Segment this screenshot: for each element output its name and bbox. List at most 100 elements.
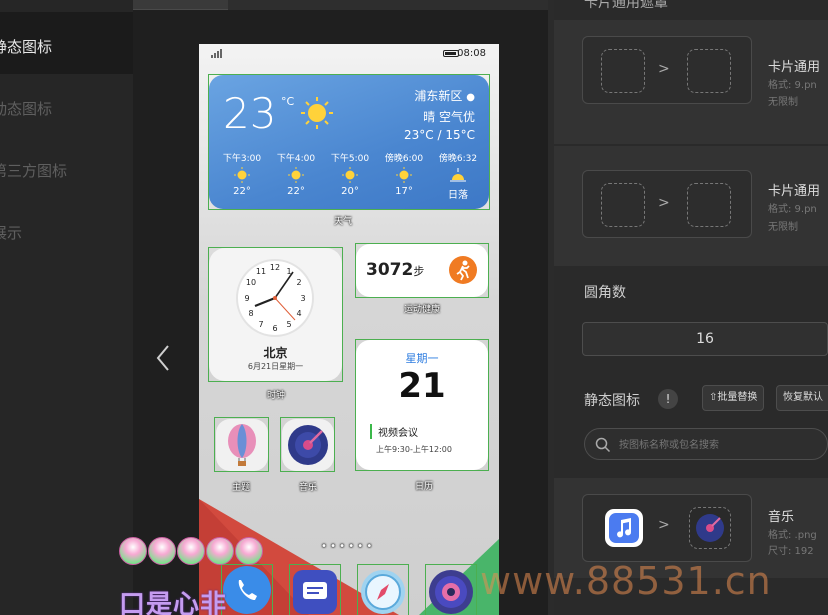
batch-replace-button[interactable]: ⇧批量替换 (702, 385, 765, 411)
forecast-item: 下午3:00 22° (217, 151, 267, 201)
clock-city: 北京 (263, 346, 288, 360)
steps-count: 3072 (366, 260, 414, 280)
restore-default-button[interactable]: 恢复默认 (776, 385, 828, 411)
info-icon[interactable]: ! (658, 389, 678, 409)
clock-date: 6月21日星期一 (247, 362, 304, 371)
karaoke-dots (119, 537, 264, 565)
chevron-right-icon: > (658, 517, 670, 533)
card-name: 卡片通用 (768, 60, 821, 75)
analog-clock-icon: 12 123 4567 891011 (236, 259, 314, 337)
clock-label: 时钟 (267, 391, 286, 401)
preview-area: 08:08 23 °C 浦东新区 ● 晴 空气优 23°C / 15°C 下午3… (133, 0, 548, 615)
preview-frame: > (582, 494, 752, 562)
calendar-widget[interactable]: 星期一 21 视频会议 上午9:30-上午12:00 (356, 340, 488, 470)
steps-label: 运动健康 (404, 305, 441, 315)
camera-icon (435, 576, 467, 608)
preview-tabbar (133, 0, 548, 10)
chevron-right-icon: > (658, 195, 670, 211)
browser-app-icon[interactable] (361, 570, 405, 614)
sidebar-item-label: 展示 (0, 224, 23, 242)
icon-format: 格式: .png (768, 530, 817, 541)
sidebar-item-label: 第三方图标 (0, 162, 68, 180)
sun-icon (301, 97, 333, 129)
sun-icon (234, 167, 250, 183)
balloon-icon (228, 424, 256, 466)
placeholder-target (687, 183, 731, 227)
sunset-icon (450, 168, 466, 182)
forecast-item: 下午5:00 20° (325, 151, 375, 201)
icon-size: 尺寸: 192 (768, 546, 814, 557)
section-title-card-mask: 卡片通用遮罩 (584, 0, 668, 11)
batch-replace-label: 批量替换 (717, 392, 758, 403)
app-root: 静态图标 动态图标 第三方图标 展示 08:08 (0, 0, 828, 615)
music-note-icon (605, 509, 643, 547)
calendar-weekday: 星期一 (405, 352, 439, 365)
forecast-time: 下午3:00 (222, 154, 262, 164)
svg-text:10: 10 (246, 278, 256, 287)
phone-app-icon[interactable] (223, 566, 271, 614)
svg-text:11: 11 (256, 267, 266, 276)
radius-title: 圆角数 (584, 285, 626, 301)
steps-count-row: 3072步 (366, 260, 424, 280)
sidebar-item-preview[interactable]: 展示 (0, 202, 133, 264)
weather-widget[interactable]: 23 °C 浦东新区 ● 晴 空气优 23°C / 15°C 下午3:00 22… (209, 75, 489, 209)
placeholder-source (601, 49, 645, 93)
radius-input[interactable]: 16 (582, 322, 828, 356)
chevron-right-icon: > (658, 61, 670, 77)
tab-phone[interactable] (133, 0, 228, 10)
icon-search-box[interactable] (584, 428, 828, 460)
svg-text:9: 9 (244, 294, 249, 303)
forecast-item: 傍晚6:00 17° (379, 151, 429, 201)
settings-panel: 卡片通用遮罩 > 卡片通用 格式: 9.pn 无限制 > 卡片通用 格式: 9.… (554, 0, 828, 615)
weather-range: 23°C / 15°C (404, 128, 475, 142)
runner-icon (449, 256, 477, 284)
card-format: 格式: 9.pn (768, 80, 817, 91)
sidebar-item-static-icons[interactable]: 静态图标 (0, 12, 133, 74)
forecast-value: 22° (233, 186, 251, 197)
calendar-label: 日历 (415, 482, 434, 492)
phone-preview: 08:08 23 °C 浦东新区 ● 晴 空气优 23°C / 15°C 下午3… (199, 44, 499, 615)
sidebar: 静态图标 动态图标 第三方图标 展示 (0, 0, 133, 615)
watermark: www.88531.cn (480, 559, 772, 603)
status-time: 08:08 (457, 48, 486, 59)
calendar-day: 21 (398, 366, 446, 406)
steps-unit: 步 (413, 265, 425, 278)
karaoke-dot (119, 537, 147, 565)
forecast-value: 日落 (448, 190, 468, 201)
message-icon (303, 582, 327, 599)
music-vinyl-icon (689, 507, 731, 549)
sidebar-item-label: 静态图标 (0, 38, 53, 56)
svg-text:7: 7 (258, 320, 263, 329)
camera-app-icon[interactable] (429, 570, 473, 614)
sidebar-item-third-party-icons[interactable]: 第三方图标 (0, 140, 133, 202)
steps-widget[interactable]: 3072步 (356, 244, 488, 297)
search-input[interactable] (619, 436, 819, 454)
music-label: 音乐 (299, 483, 318, 493)
karaoke-dot (206, 537, 234, 565)
preview-frame: > (582, 170, 752, 238)
calendar-event: 视频会议 (370, 424, 418, 439)
forecast-value: 17° (395, 186, 413, 197)
karaoke-dot (148, 537, 176, 565)
svg-text:5: 5 (286, 320, 291, 329)
static-icon-title: 静态图标 (584, 393, 640, 409)
forecast-time: 傍晚6:32 (438, 154, 478, 164)
weather-location: 浦东新区 ● (414, 87, 475, 104)
sidebar-item-dynamic-icons[interactable]: 动态图标 (0, 78, 133, 140)
status-bar: 08:08 (199, 44, 499, 64)
theme-app-icon[interactable] (216, 419, 268, 471)
search-icon (595, 437, 611, 453)
svg-text:8: 8 (248, 309, 253, 318)
sun-icon (288, 167, 304, 183)
icon-name: 音乐 (768, 510, 795, 525)
music-app-icon[interactable] (282, 419, 334, 471)
sun-icon (342, 167, 358, 183)
clock-widget[interactable]: 12 1 2 3 4567 8 9 10 11 北京 6月21日星期一 (209, 248, 342, 381)
svg-text:3: 3 (300, 294, 305, 303)
chevron-left-icon[interactable] (151, 343, 175, 373)
message-app-icon[interactable] (293, 570, 337, 614)
sun-icon (396, 167, 412, 183)
card-mask-item-2[interactable]: > 卡片通用 格式: 9.pn 无限制 (554, 146, 828, 266)
card-mask-item-1[interactable]: > 卡片通用 格式: 9.pn 无限制 (554, 20, 828, 144)
location-pin-icon: ● (466, 92, 475, 103)
